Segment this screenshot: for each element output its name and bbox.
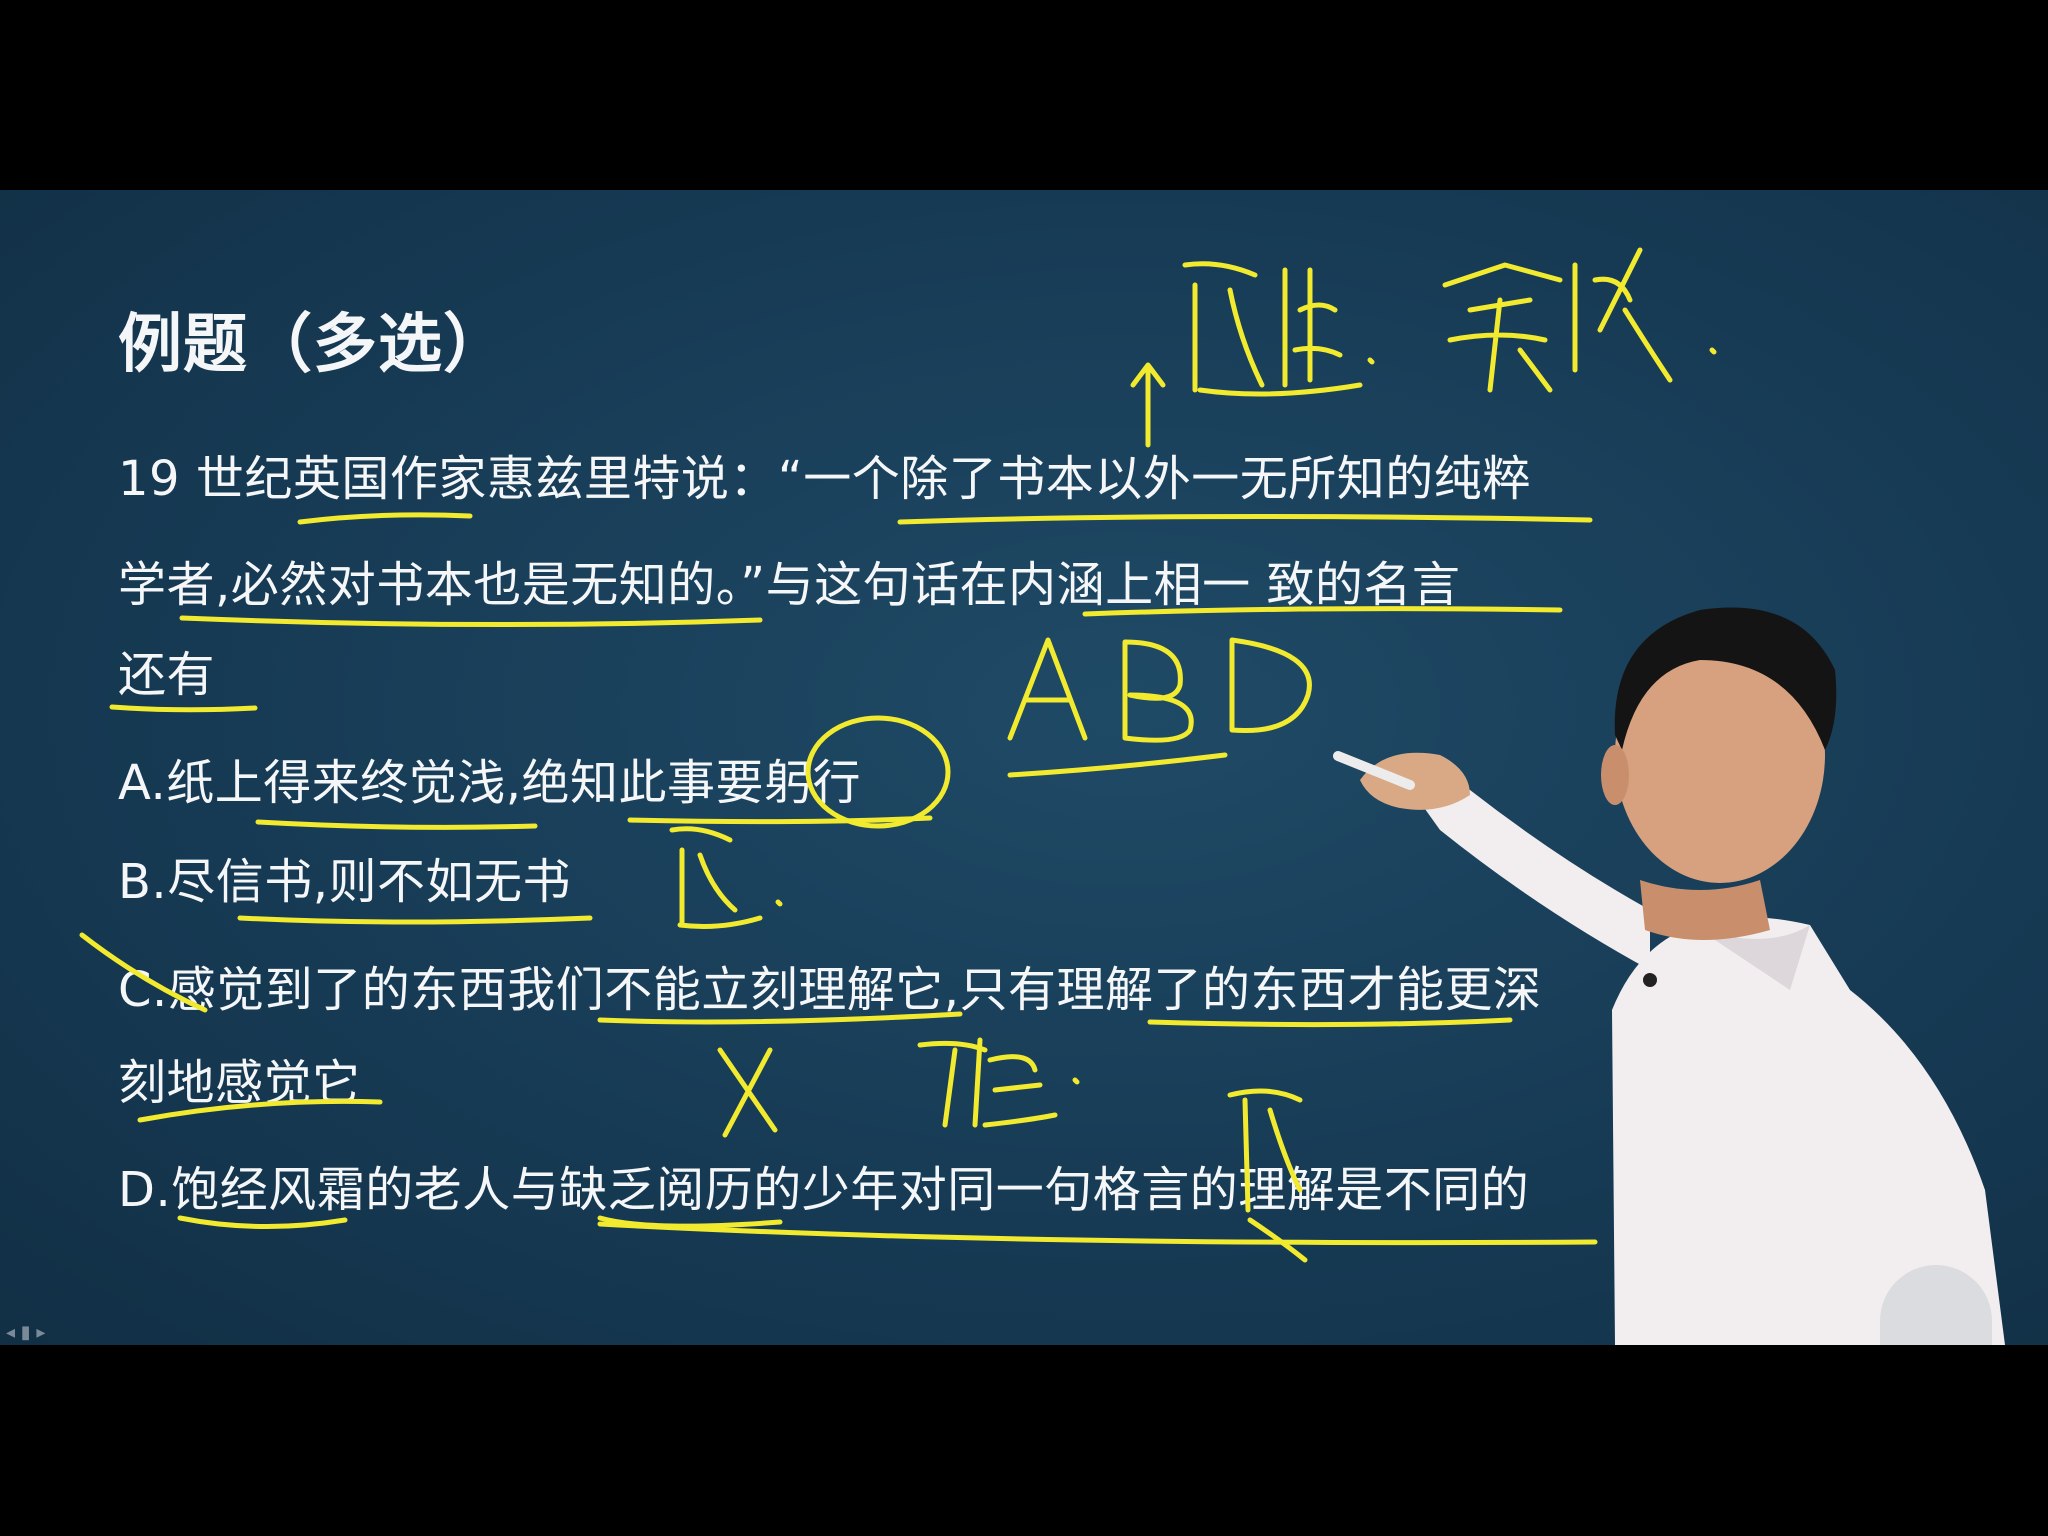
video-frame: 例题（多选） 19 世纪英国作家惠兹里特说：“一个除了书本以外一无所知的纯粹 学…	[0, 190, 2048, 1345]
presenter-figure-icon	[1333, 607, 2005, 1345]
player-controls-icon[interactable]: ◂ ▮ ▸	[6, 1322, 45, 1343]
